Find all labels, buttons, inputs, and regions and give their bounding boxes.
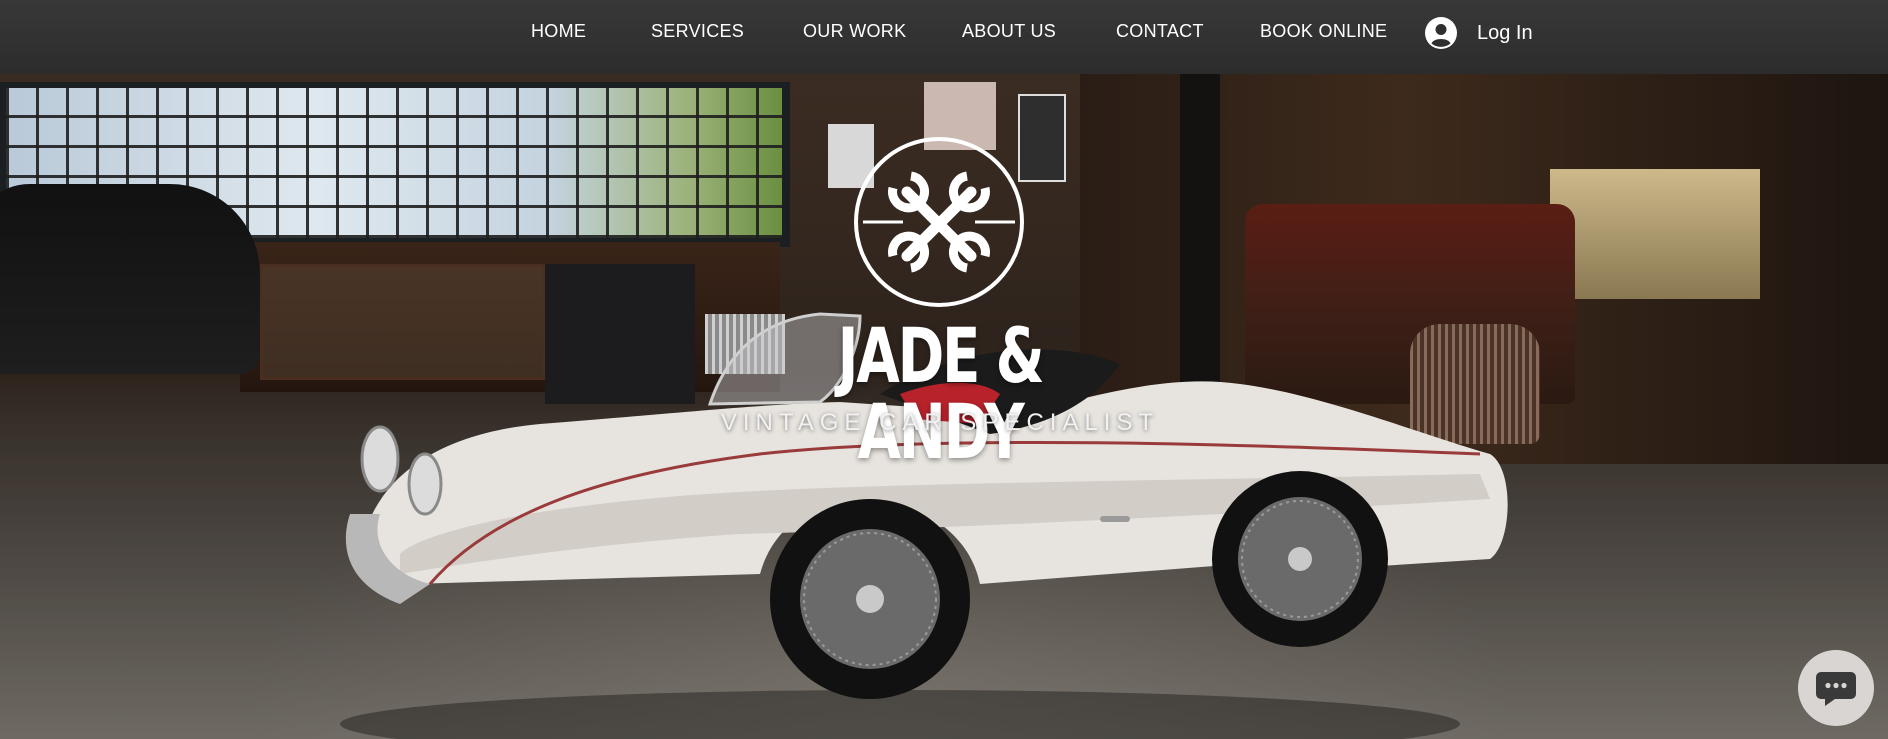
nav-book-online[interactable]: BOOK ONLINE — [1260, 21, 1387, 42]
login-label: Log In — [1477, 22, 1533, 44]
nav-our-work[interactable]: OUR WORK — [803, 21, 906, 42]
wall-plaque — [1018, 94, 1066, 182]
chat-bubble-icon — [1816, 672, 1856, 706]
nav-contact[interactable]: CONTACT — [1116, 21, 1204, 42]
nav-about-us[interactable]: ABOUT US — [962, 21, 1056, 42]
main-nav: HOME SERVICES OUR WORK ABOUT US CONTACT … — [0, 0, 1888, 74]
wall-poster — [924, 82, 996, 150]
user-avatar-icon — [1425, 17, 1457, 49]
hero-background — [0, 74, 1888, 739]
nav-services[interactable]: SERVICES — [651, 21, 744, 42]
background-car — [0, 184, 260, 374]
wall-sign — [828, 124, 874, 188]
chat-button[interactable] — [1798, 650, 1874, 726]
wall-cabinet — [1550, 169, 1760, 299]
header-bar: HOME SERVICES OUR WORK ABOUT US CONTACT … — [0, 0, 1888, 74]
nav-home[interactable]: HOME — [531, 21, 586, 42]
vintage-roadster-image — [340, 312, 1508, 739]
